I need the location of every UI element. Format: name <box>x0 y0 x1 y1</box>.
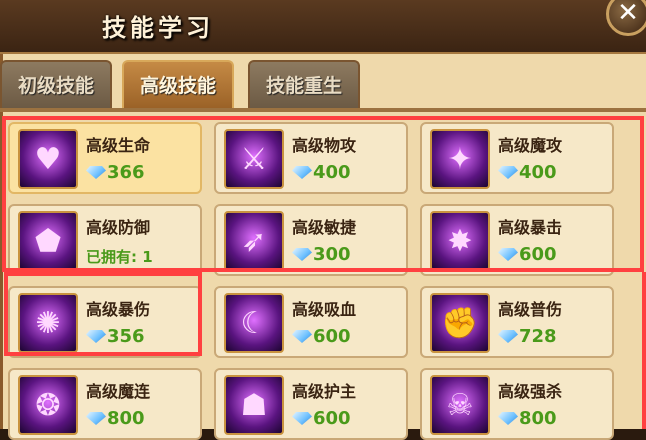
diamond-icon <box>292 248 312 261</box>
cost-value: 800 <box>107 408 145 429</box>
skill-name: 高级防御 <box>86 218 151 237</box>
diamond-icon <box>292 412 312 425</box>
skill-card-advanced-crit-damage[interactable]: ✺ 高级暴伤 356 <box>8 286 202 358</box>
skill-name: 高级护主 <box>292 382 357 401</box>
fist-icon: ✊ <box>430 293 490 353</box>
skill-card-advanced-hp[interactable]: ♥ 高级生命 366 <box>8 122 202 194</box>
skill-cost: 600 <box>292 408 351 429</box>
skill-card-advanced-critical[interactable]: ✸ 高级暴击 600 <box>420 204 614 276</box>
title-bar: 技能学习 <box>0 0 646 54</box>
axe-icon: ⚔ <box>224 129 284 189</box>
diamond-icon <box>498 166 518 179</box>
skill-cost: 400 <box>498 162 557 183</box>
diamond-icon <box>292 330 312 343</box>
skill-cost: 728 <box>498 326 557 347</box>
cost-value: 600 <box>313 326 351 347</box>
burst-icon: ✺ <box>18 293 78 353</box>
skill-card-advanced-normal-damage[interactable]: ✊ 高级普伤 728 <box>420 286 614 358</box>
skill-cost: 356 <box>86 326 145 347</box>
magic-figure-icon: ✦ <box>430 129 490 189</box>
cost-value: 600 <box>519 244 557 265</box>
skill-cost: 300 <box>292 244 351 265</box>
tab-divider <box>0 108 646 112</box>
skill-cost: 600 <box>498 244 557 265</box>
diamond-icon <box>498 330 518 343</box>
critical-hit-icon: ✸ <box>430 211 490 271</box>
cost-value: 600 <box>313 408 351 429</box>
skill-cost: 366 <box>86 162 145 183</box>
skill-card-advanced-strong-kill[interactable]: ☠ 高级强杀 800 <box>420 368 614 440</box>
skill-card-advanced-lifesteal[interactable]: ☾ 高级吸血 600 <box>214 286 408 358</box>
skill-name: 高级魔攻 <box>498 136 563 155</box>
skill-cost: 800 <box>498 408 557 429</box>
window-title: 技能学习 <box>102 14 214 42</box>
skill-name: 高级敏捷 <box>292 218 357 237</box>
cost-value: 300 <box>313 244 351 265</box>
diamond-icon <box>498 412 518 425</box>
heart-icon: ♥ <box>18 129 78 189</box>
skill-name: 高级暴击 <box>498 218 563 237</box>
skill-card-advanced-defense[interactable]: ⬟ 高级防御 已拥有: 1 <box>8 204 202 276</box>
strong-kill-icon: ☠ <box>430 375 490 435</box>
skill-name: 高级普伤 <box>498 300 563 319</box>
cost-value: 728 <box>519 326 557 347</box>
tab-advanced-skills[interactable]: 高级技能 <box>122 60 234 108</box>
diamond-icon <box>86 330 106 343</box>
cost-value: 366 <box>107 162 145 183</box>
skill-name: 高级强杀 <box>498 382 563 401</box>
skill-cost: 600 <box>292 326 351 347</box>
guardian-icon: ☗ <box>224 375 284 435</box>
tab-basic-skills[interactable]: 初级技能 <box>0 60 112 108</box>
diamond-icon <box>292 166 312 179</box>
diamond-icon <box>86 166 106 179</box>
skill-name: 高级吸血 <box>292 300 357 319</box>
skill-name: 高级生命 <box>86 136 151 155</box>
skill-card-advanced-guardian[interactable]: ☗ 高级护主 600 <box>214 368 408 440</box>
skill-cost: 400 <box>292 162 351 183</box>
skill-card-advanced-physical-attack[interactable]: ⚔ 高级物攻 400 <box>214 122 408 194</box>
cost-value: 400 <box>519 162 557 183</box>
shield-icon: ⬟ <box>18 211 78 271</box>
dash-icon: ➶ <box>224 211 284 271</box>
owned-count: 已拥有: 1 <box>86 248 153 266</box>
skill-name: 高级暴伤 <box>86 300 151 319</box>
cost-value: 356 <box>107 326 145 347</box>
skill-name: 高级物攻 <box>292 136 357 155</box>
skill-card-advanced-agility[interactable]: ➶ 高级敏捷 300 <box>214 204 408 276</box>
skill-card-advanced-magic-chain[interactable]: ❂ 高级魔连 800 <box>8 368 202 440</box>
skill-card-advanced-magic-attack[interactable]: ✦ 高级魔攻 400 <box>420 122 614 194</box>
diamond-icon <box>86 412 106 425</box>
lifesteal-icon: ☾ <box>224 293 284 353</box>
cost-value: 400 <box>313 162 351 183</box>
skill-cost: 800 <box>86 408 145 429</box>
cost-value: 800 <box>519 408 557 429</box>
tab-skill-rebirth[interactable]: 技能重生 <box>248 60 360 108</box>
skill-name: 高级魔连 <box>86 382 151 401</box>
magic-chain-icon: ❂ <box>18 375 78 435</box>
diamond-icon <box>498 248 518 261</box>
